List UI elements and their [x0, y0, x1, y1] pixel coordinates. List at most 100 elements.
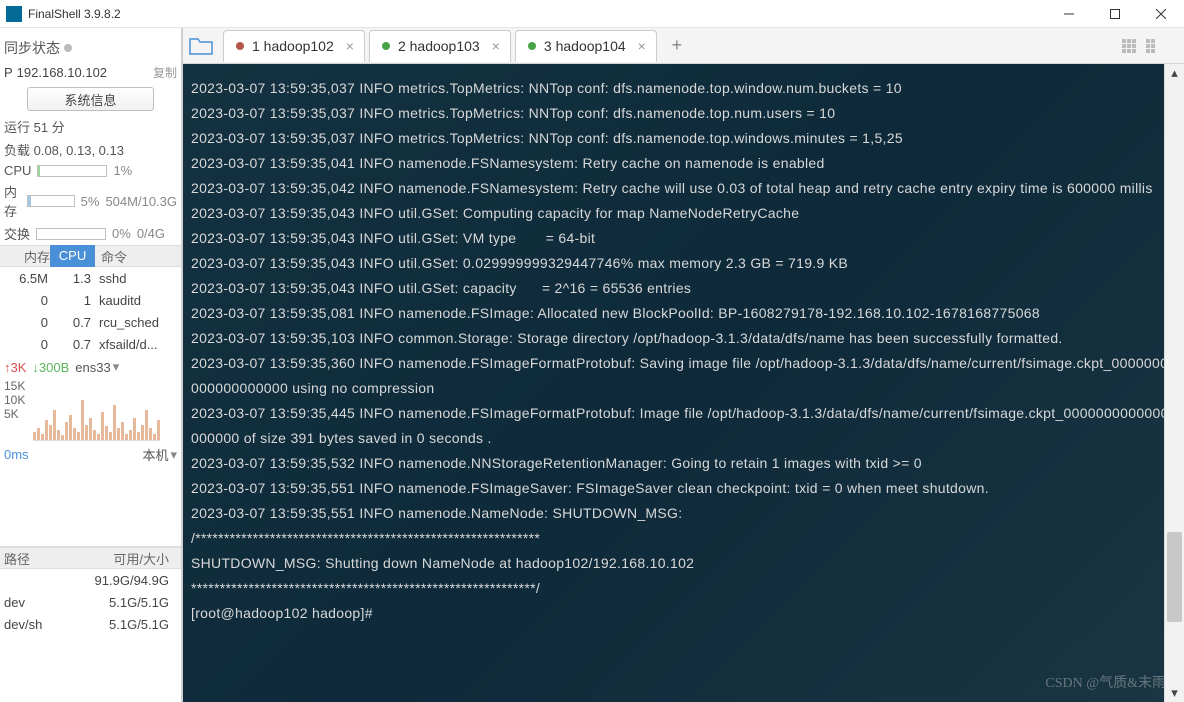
app-title: FinalShell 3.9.8.2: [28, 7, 1046, 21]
table-row[interactable]: dev5.1G/5.1G: [0, 591, 181, 613]
table-row[interactable]: dev/sh5.1G/5.1G: [0, 613, 181, 635]
tab-label: 1 hadoop102: [252, 38, 334, 54]
terminal-line: [root@hadoop102 hadoop]#: [191, 601, 1176, 626]
copy-link[interactable]: 复制: [153, 64, 177, 81]
close-icon[interactable]: ×: [346, 38, 354, 54]
net-row: ↑3K ↓300B ens33 ▾: [0, 355, 181, 379]
net-if[interactable]: ens33: [75, 360, 110, 375]
sync-dot-icon: [64, 44, 72, 52]
scroll-down-icon[interactable]: ▾: [1165, 684, 1184, 702]
host-row: 0ms 本机 ▾: [0, 443, 181, 466]
terminal-line: 2023-03-07 13:59:35,532 INFO namenode.NN…: [191, 451, 1176, 476]
terminal[interactable]: 2023-03-07 13:59:35,037 INFO metrics.Top…: [183, 64, 1184, 702]
grid-view-icon[interactable]: [1122, 39, 1138, 53]
swap-meter: 交换 0% 0/4G: [0, 222, 181, 245]
status-dot-icon: [382, 42, 390, 50]
terminal-line: 2023-03-07 13:59:35,037 INFO metrics.Top…: [191, 76, 1176, 101]
minimize-button[interactable]: [1046, 0, 1092, 28]
view-buttons: [1122, 39, 1184, 53]
col-cmd: 命令: [95, 247, 127, 266]
tab[interactable]: 2 hadoop103 ×: [369, 30, 511, 62]
sidebar: 同步状态 P 192.168.10.102 复制 系统信息 运行 51 分 负载…: [0, 28, 183, 702]
col-mem: 内存: [0, 247, 50, 266]
terminal-line: 2023-03-07 13:59:35,360 INFO namenode.FS…: [191, 351, 1176, 401]
terminal-line: 2023-03-07 13:59:35,041 INFO namenode.FS…: [191, 151, 1176, 176]
swap-pct: 0%: [112, 226, 131, 241]
tab[interactable]: 3 hadoop104 ×: [515, 30, 657, 62]
terminal-line: 2023-03-07 13:59:35,103 INFO common.Stor…: [191, 326, 1176, 351]
terminal-line: ****************************************…: [191, 576, 1176, 601]
chevron-down-icon[interactable]: ▾: [113, 359, 120, 375]
tab-label: 2 hadoop103: [398, 38, 480, 54]
process-list: 6.5M1.3sshd01kauditd00.7rcu_sched00.7xfs…: [0, 267, 181, 355]
close-icon[interactable]: ×: [638, 38, 646, 54]
terminal-line: 2023-03-07 13:59:35,445 INFO namenode.FS…: [191, 401, 1176, 451]
scroll-track[interactable]: [1165, 82, 1184, 684]
mem-pct: 5%: [81, 194, 100, 209]
terminal-line: 2023-03-07 13:59:35,043 INFO util.GSet: …: [191, 276, 1176, 301]
terminal-line: 2023-03-07 13:59:35,043 INFO util.GSet: …: [191, 226, 1176, 251]
terminal-line: /***************************************…: [191, 526, 1176, 551]
cpu-meter: CPU 1%: [0, 161, 181, 180]
terminal-line: 2023-03-07 13:59:35,081 INFO namenode.FS…: [191, 301, 1176, 326]
net-graph: [33, 381, 160, 441]
ip-row: P 192.168.10.102 复制: [0, 64, 181, 85]
col-cpu: CPU: [50, 245, 95, 267]
process-table-header[interactable]: 内存 CPU 命令: [0, 245, 181, 267]
tab-bar: 1 hadoop102 × 2 hadoop103 × 3 hadoop104 × +: [183, 28, 1184, 64]
terminal-line: 2023-03-07 13:59:35,551 INFO namenode.Na…: [191, 501, 1176, 526]
tab-label: 3 hadoop104: [544, 38, 626, 54]
sync-status: 同步状态: [0, 32, 181, 64]
terminal-line: SHUTDOWN_MSG: Shutting down NameNode at …: [191, 551, 1176, 576]
terminal-line: 2023-03-07 13:59:35,037 INFO metrics.Top…: [191, 126, 1176, 151]
maximize-button[interactable]: [1092, 0, 1138, 28]
ip-address: 192.168.10.102: [17, 65, 107, 80]
add-tab-button[interactable]: +: [665, 34, 689, 58]
window-controls: [1046, 0, 1184, 28]
watermark: CSDN @气质&末雨: [1045, 671, 1166, 696]
split-view-icon[interactable]: [1146, 39, 1162, 53]
col-path: 路径: [0, 549, 60, 568]
mem-value: 504M/10.3G: [105, 194, 177, 209]
terminal-line: 2023-03-07 13:59:35,551 INFO namenode.FS…: [191, 476, 1176, 501]
uptime: 运行 51 分: [0, 115, 181, 138]
terminal-line: 2023-03-07 13:59:35,042 INFO namenode.FS…: [191, 176, 1176, 201]
close-button[interactable]: [1138, 0, 1184, 28]
load-avg: 负载 0.08, 0.13, 0.13: [0, 138, 181, 161]
sync-label: 同步状态: [4, 38, 60, 58]
latency: 0ms: [4, 447, 29, 462]
terminal-line: 2023-03-07 13:59:35,037 INFO metrics.Top…: [191, 101, 1176, 126]
swap-label: 交换: [4, 224, 30, 243]
mem-label: 内存: [4, 182, 21, 220]
titlebar: FinalShell 3.9.8.2: [0, 0, 1184, 28]
folder-icon[interactable]: [189, 36, 213, 56]
table-row[interactable]: 6.5M1.3sshd: [0, 267, 181, 289]
content-area: 1 hadoop102 × 2 hadoop103 × 3 hadoop104 × + 2…: [183, 28, 1184, 702]
close-icon[interactable]: ×: [492, 38, 500, 54]
table-row[interactable]: 91.9G/94.9G: [0, 569, 181, 591]
table-row[interactable]: 01kauditd: [0, 289, 181, 311]
tab[interactable]: 1 hadoop102 ×: [223, 30, 365, 62]
ip-prefix: P: [4, 65, 13, 80]
table-row[interactable]: 00.7rcu_sched: [0, 311, 181, 333]
mem-meter: 内存 5% 504M/10.3G: [0, 180, 181, 222]
swap-value: 0/4G: [137, 226, 165, 241]
disk-list: 91.9G/94.9Gdev5.1G/5.1Gdev/sh5.1G/5.1G: [0, 569, 181, 635]
scrollbar[interactable]: ▴ ▾: [1164, 64, 1184, 702]
table-row[interactable]: 00.7xfsaild/d...: [0, 333, 181, 355]
chevron-down-icon[interactable]: ▾: [170, 447, 177, 463]
col-size: 可用/大小: [60, 549, 181, 568]
system-info-button[interactable]: 系统信息: [27, 87, 153, 111]
host-label[interactable]: 本机: [142, 445, 168, 464]
terminal-line: 2023-03-07 13:59:35,043 INFO util.GSet: …: [191, 251, 1176, 276]
cpu-label: CPU: [4, 163, 31, 178]
status-dot-icon: [528, 42, 536, 50]
cpu-value: 1%: [113, 163, 132, 178]
scroll-up-icon[interactable]: ▴: [1165, 64, 1184, 82]
net-scale: 15K 10K 5K: [0, 379, 29, 443]
app-icon: [6, 6, 22, 22]
net-up: ↑3K: [4, 360, 26, 375]
terminal-line: 2023-03-07 13:59:35,043 INFO util.GSet: …: [191, 201, 1176, 226]
scroll-thumb[interactable]: [1167, 532, 1182, 622]
disk-table-header[interactable]: 路径 可用/大小: [0, 547, 181, 569]
